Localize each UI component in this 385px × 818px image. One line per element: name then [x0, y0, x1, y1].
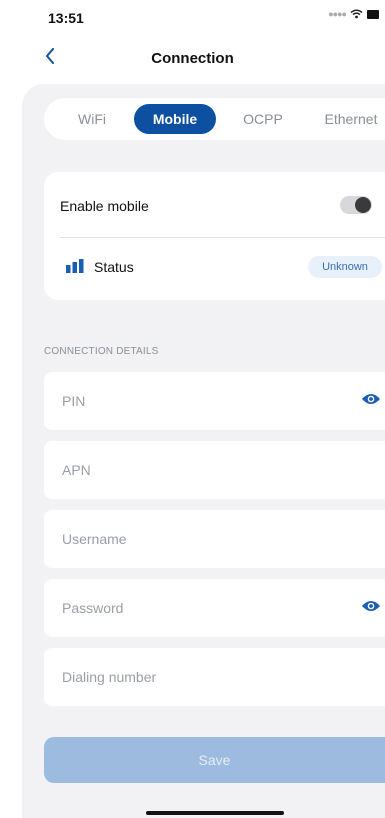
connection-content: WiFi Mobile OCPP Ethernet Enable mobile … — [22, 84, 385, 818]
pin-field — [44, 372, 385, 430]
divider — [60, 237, 385, 238]
signal-bars-icon — [66, 259, 86, 278]
status-time: 13:51 — [48, 10, 84, 26]
tab-wifi[interactable]: WiFi — [72, 104, 112, 134]
status-icons: ●●●● — [328, 9, 379, 19]
apn-field — [44, 441, 385, 499]
enable-mobile-label: Enable mobile — [60, 198, 149, 214]
eye-icon — [361, 392, 381, 411]
password-field — [44, 579, 385, 637]
signal-dots-icon: ●●●● — [328, 9, 347, 19]
wifi-icon — [350, 9, 363, 19]
mobile-settings-card: Enable mobile Status Unknown — [44, 172, 385, 300]
connection-type-tabs: WiFi Mobile OCPP Ethernet — [44, 98, 385, 140]
nav-bar: Connection — [0, 40, 385, 76]
connection-details-header: CONNECTION DETAILS — [44, 346, 159, 357]
pin-input[interactable] — [44, 372, 344, 430]
username-input[interactable] — [44, 510, 344, 568]
status-bar: 13:51 ●●●● — [0, 0, 385, 36]
status-label: Status — [94, 259, 134, 275]
tab-mobile[interactable]: Mobile — [134, 104, 216, 134]
save-button[interactable]: Save — [44, 737, 385, 783]
status-badge: Unknown — [308, 256, 382, 278]
dialing-number-field — [44, 648, 385, 706]
tab-ocpp[interactable]: OCPP — [238, 104, 288, 134]
password-input[interactable] — [44, 579, 344, 637]
page-title: Connection — [151, 50, 234, 67]
pin-visibility-toggle[interactable] — [361, 391, 381, 411]
username-field — [44, 510, 385, 568]
tab-ethernet[interactable]: Ethernet — [316, 104, 385, 134]
enable-mobile-toggle[interactable] — [340, 196, 372, 214]
home-indicator — [146, 811, 284, 815]
toggle-knob — [355, 197, 371, 213]
battery-icon — [367, 9, 379, 19]
dialing-number-input[interactable] — [44, 648, 344, 706]
password-visibility-toggle[interactable] — [361, 598, 381, 618]
apn-input[interactable] — [44, 441, 344, 499]
eye-icon — [361, 599, 381, 618]
